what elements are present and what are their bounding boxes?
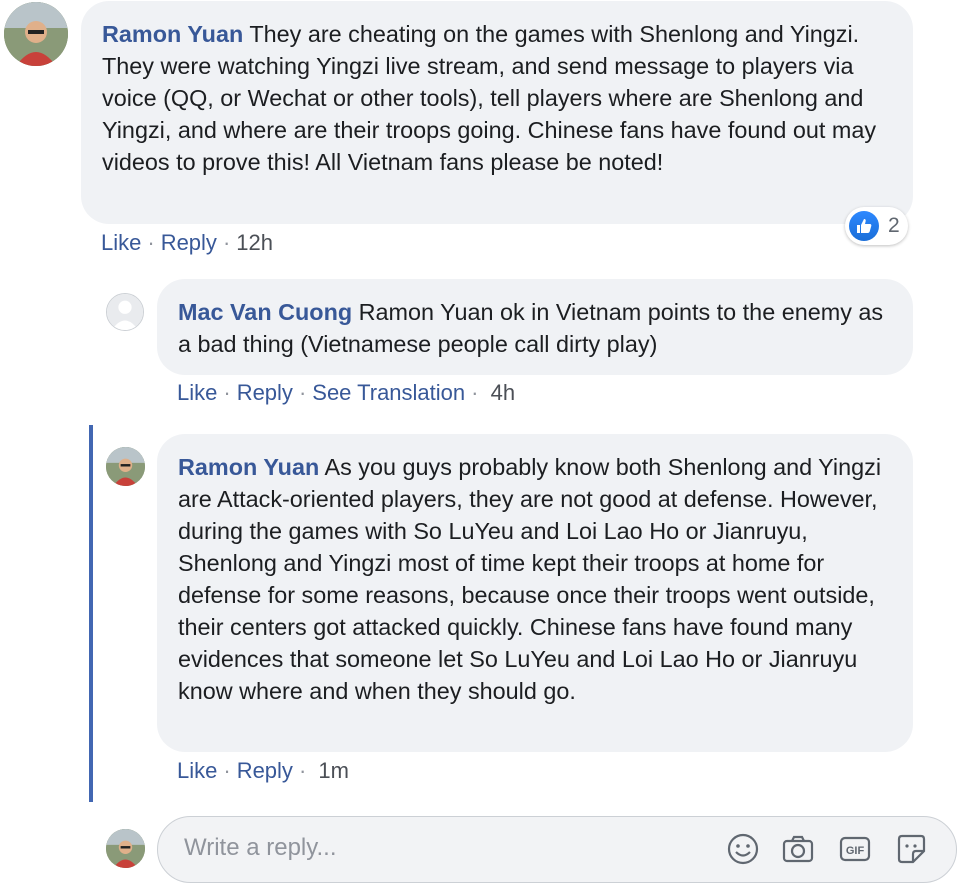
comment-time[interactable]: 12h <box>236 230 273 255</box>
thumbs-up-icon <box>849 211 879 241</box>
reply-actions: Like · Reply · See Translation · 4h <box>177 380 516 405</box>
reply-bubble: Mac Van Cuong Ramon Yuan ok in Vietnam p… <box>157 279 913 375</box>
current-user-avatar <box>106 829 145 868</box>
reply-bubble: Ramon Yuan As you guys probably know bot… <box>157 434 913 752</box>
reply-author[interactable]: Ramon Yuan <box>178 454 319 480</box>
avatar[interactable] <box>106 447 145 486</box>
reply-input[interactable]: Write a reply... GIF <box>157 816 957 883</box>
default-avatar[interactable] <box>106 293 144 331</box>
like-link[interactable]: Like <box>177 758 217 783</box>
reply-link[interactable]: Reply <box>237 758 293 783</box>
emoji-icon[interactable] <box>726 832 760 866</box>
reply-text: As you guys probably know both Shenlong … <box>178 454 882 704</box>
comment-author[interactable]: Ramon Yuan <box>102 21 243 47</box>
see-translation-link[interactable]: See Translation <box>312 380 465 405</box>
reaction-count: 2 <box>888 214 900 237</box>
like-link[interactable]: Like <box>101 230 141 255</box>
like-link[interactable]: Like <box>177 380 217 405</box>
camera-icon[interactable] <box>781 832 815 866</box>
reply-link[interactable]: Reply <box>237 380 293 405</box>
sticker-icon[interactable] <box>894 832 928 866</box>
comment-bubble: Ramon Yuan They are cheating on the game… <box>81 1 913 224</box>
comment-actions: Like · Reply · 12h <box>101 230 273 255</box>
svg-text:GIF: GIF <box>846 845 865 857</box>
reply-actions: Like · Reply · 1m <box>177 758 349 783</box>
reply-time[interactable]: 4h <box>491 380 515 405</box>
thread-highlight <box>89 425 93 802</box>
avatar[interactable] <box>4 2 68 66</box>
gif-icon[interactable]: GIF <box>838 832 872 866</box>
reply-author[interactable]: Mac Van Cuong <box>178 299 352 325</box>
reply-time[interactable]: 1m <box>318 758 349 783</box>
reply-link[interactable]: Reply <box>161 230 217 255</box>
reply-placeholder: Write a reply... <box>184 834 337 861</box>
reaction-summary[interactable]: 2 <box>845 207 908 245</box>
